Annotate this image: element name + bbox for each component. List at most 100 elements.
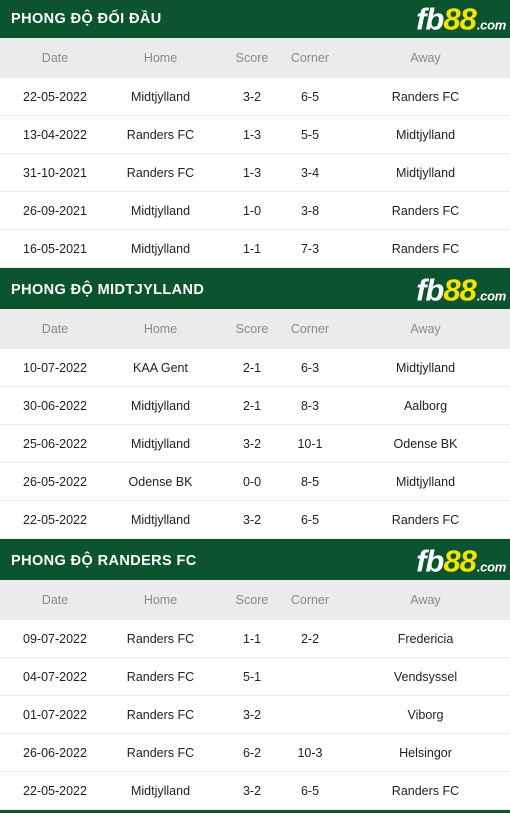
- cell-corner: 6-3: [300, 360, 320, 375]
- cell-corner: [279, 696, 341, 734]
- column-header-away: Away: [410, 51, 441, 65]
- column-header-away: Away: [410, 593, 441, 607]
- cell-score: 3-2: [242, 707, 262, 722]
- cell-corner: 10-1: [297, 436, 323, 451]
- row-spacer-cell: [0, 734, 14, 772]
- fb88-logo[interactable]: fb 88 .com: [416, 275, 506, 306]
- row-spacer-cell: [0, 425, 14, 463]
- cell-away-team: Midtjylland: [395, 474, 456, 489]
- table-header-spacer: [0, 38, 14, 78]
- cell-corner: 3-8: [300, 203, 320, 218]
- cell-home-team: Randers FC: [126, 707, 195, 722]
- cell-away-team: Randers FC: [391, 241, 460, 256]
- table-row[interactable]: 22-05-2022 Midtjylland 3-2 6-5 Randers FC: [0, 771, 510, 810]
- cell-away-team: Randers FC: [391, 89, 460, 104]
- cell-home-team: Randers FC: [126, 165, 195, 180]
- cell-away-team: Fredericia: [397, 631, 454, 646]
- cell-home-team: Midtjylland: [130, 241, 191, 256]
- match-statistics-page: PHONG ĐỘ ĐỐI ĐẦU fb 88 .com Date Home Score Cor…: [0, 0, 510, 813]
- table-row[interactable]: 04-07-2022 Randers FC 5-1 Vendsyssel: [0, 657, 510, 696]
- table-row[interactable]: 22-05-2022 Midtjylland 3-2 6-5 Randers FC: [0, 78, 510, 116]
- logo-fb-text: fb: [416, 272, 444, 308]
- cell-corner: 5-5: [300, 127, 320, 142]
- column-header-score: Score: [235, 51, 269, 65]
- cell-score: 3-2: [242, 512, 262, 527]
- table-row[interactable]: 22-05-2022 Midtjylland 3-2 6-5 Randers FC: [0, 500, 510, 539]
- logo-com-text: .com: [476, 17, 506, 33]
- section-header: PHONG ĐỘ MIDTJYLLAND fb 88 .com: [0, 271, 510, 309]
- cell-corner: 6-5: [300, 89, 320, 104]
- cell-corner: 6-5: [300, 512, 320, 527]
- cell-away-team: Helsingor: [399, 745, 452, 760]
- cell-away-team: Midtjylland: [395, 127, 456, 142]
- section-title: PHONG ĐỘ RANDERS FC: [11, 553, 197, 569]
- cell-home-team: Randers FC: [126, 745, 195, 760]
- logo-fb-text: fb: [416, 543, 444, 579]
- cell-date: 10-07-2022: [23, 360, 87, 375]
- row-spacer-cell: [0, 696, 14, 734]
- column-header-date: Date: [41, 51, 69, 65]
- logo-88-text: 88: [443, 543, 476, 579]
- table-header-row: Date Home Score Corner Away: [0, 309, 510, 349]
- cell-corner: 8-3: [300, 398, 320, 413]
- match-section: PHONG ĐỘ MIDTJYLLAND fb 88 .com Date Home Scor…: [0, 271, 510, 542]
- row-spacer-cell: [0, 620, 14, 658]
- table-row[interactable]: 13-04-2022 Randers FC 1-3 5-5 Midtjylland: [0, 115, 510, 154]
- logo-fb-text: fb: [416, 1, 444, 37]
- cell-corner: 6-5: [300, 783, 320, 798]
- table-row[interactable]: 10-07-2022 KAA Gent 2-1 6-3 Midtjylland: [0, 349, 510, 387]
- table-row[interactable]: 26-09-2021 Midtjylland 1-0 3-8 Randers FC: [0, 191, 510, 230]
- section-header: PHONG ĐỘ ĐỐI ĐẦU fb 88 .com: [0, 0, 510, 38]
- match-section: PHONG ĐỘ RANDERS FC fb 88 .com Date Home Score…: [0, 542, 510, 813]
- row-spacer-cell: [0, 154, 14, 192]
- cell-corner: [279, 658, 341, 696]
- cell-home-team: Randers FC: [126, 631, 195, 646]
- cell-date: 22-05-2022: [23, 783, 87, 798]
- column-header-home: Home: [143, 51, 178, 65]
- fb88-logo[interactable]: fb 88 .com: [416, 4, 506, 35]
- table-row[interactable]: 26-05-2022 Odense BK 0-0 8-5 Midtjylland: [0, 462, 510, 501]
- table-row[interactable]: 09-07-2022 Randers FC 1-1 2-2 Fredericia: [0, 620, 510, 658]
- cell-away-team: Odense BK: [393, 436, 458, 451]
- logo-88-text: 88: [443, 1, 476, 37]
- cell-date: 26-09-2021: [23, 203, 87, 218]
- row-spacer-cell: [0, 192, 14, 230]
- table-row[interactable]: 31-10-2021 Randers FC 1-3 3-4 Midtjylland: [0, 153, 510, 192]
- cell-score: 5-1: [242, 669, 262, 684]
- cell-date: 25-06-2022: [23, 436, 87, 451]
- match-table: Date Home Score Corner Away 22-05-2022 Midtjyl…: [0, 38, 510, 268]
- cell-score: 6-2: [242, 745, 262, 760]
- cell-date: 09-07-2022: [23, 631, 87, 646]
- table-header-row: Date Home Score Corner Away: [0, 38, 510, 78]
- cell-score: 1-3: [242, 165, 262, 180]
- column-header-score: Score: [235, 322, 269, 336]
- table-row[interactable]: 16-05-2021 Midtjylland 1-1 7-3 Randers FC: [0, 229, 510, 268]
- cell-home-team: Randers FC: [126, 669, 195, 684]
- row-spacer-cell: [0, 463, 14, 501]
- cell-date: 01-07-2022: [23, 707, 87, 722]
- column-header-score: Score: [235, 593, 269, 607]
- cell-score: 3-2: [242, 89, 262, 104]
- table-row[interactable]: 30-06-2022 Midtjylland 2-1 8-3 Aalborg: [0, 386, 510, 425]
- cell-away-team: Vendsyssel: [393, 669, 458, 684]
- cell-date: 30-06-2022: [23, 398, 87, 413]
- cell-away-team: Randers FC: [391, 203, 460, 218]
- fb88-logo[interactable]: fb 88 .com: [416, 546, 506, 577]
- row-spacer-cell: [0, 116, 14, 154]
- table-row[interactable]: 01-07-2022 Randers FC 3-2 Viborg: [0, 695, 510, 734]
- table-row[interactable]: 26-06-2022 Randers FC 6-2 10-3 Helsingor: [0, 733, 510, 772]
- cell-away-team: Midtjylland: [395, 165, 456, 180]
- cell-away-team: Randers FC: [391, 512, 460, 527]
- row-spacer-cell: [0, 230, 14, 268]
- table-header-spacer: [0, 580, 14, 620]
- cell-home-team: Midtjylland: [130, 512, 191, 527]
- cell-score: 1-1: [242, 241, 262, 256]
- cell-score: 1-3: [242, 127, 262, 142]
- cell-corner: 3-4: [300, 165, 320, 180]
- cell-home-team: Midtjylland: [130, 89, 191, 104]
- cell-date: 22-05-2022: [23, 512, 87, 527]
- cell-score: 3-2: [242, 783, 262, 798]
- row-spacer-cell: [0, 501, 14, 539]
- table-row[interactable]: 25-06-2022 Midtjylland 3-2 10-1 Odense BK: [0, 424, 510, 463]
- cell-away-team: Randers FC: [391, 783, 460, 798]
